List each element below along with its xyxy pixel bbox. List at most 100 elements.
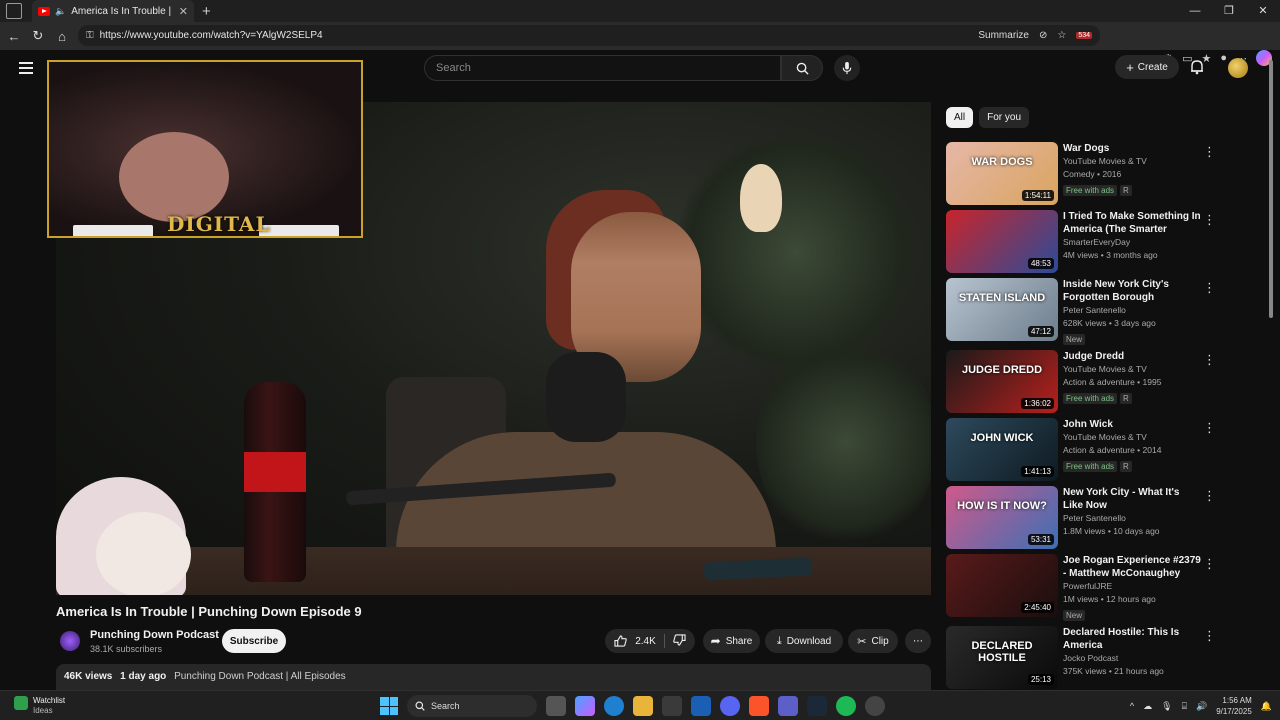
more-vertical-icon[interactable]: ⋮ [1203,628,1216,644]
extension-badge[interactable]: 534 [1076,32,1092,39]
taskbar-search[interactable]: Search [407,695,537,717]
notifications-icon[interactable]: 🔔 [1261,701,1272,712]
recommendation-item[interactable]: WAR DOGS 1:54:11 War Dogs YouTube Movies… [946,142,1216,206]
start-button[interactable] [380,697,398,715]
chatgpt-icon[interactable] [865,696,885,716]
video-thumbnail[interactable]: HOW IS IT NOW? 53:31 [946,486,1058,549]
copilot-app-icon[interactable] [575,696,595,716]
clip-button[interactable]: ✂ Clip [848,629,898,653]
spotify-icon[interactable] [836,696,856,716]
video-thumbnail[interactable]: 2:45:40 [946,554,1058,617]
subscribe-button[interactable]: Subscribe [222,629,286,653]
refresh-icon[interactable]: ↻ [26,28,50,44]
more-vertical-icon[interactable]: ⋮ [1203,556,1216,572]
back-icon[interactable]: ← [2,29,26,44]
tray-overflow-icon[interactable]: ^ [1130,701,1134,711]
mic-tray-icon[interactable]: 🎙 [1161,701,1172,712]
recommendation-title[interactable]: Judge Dredd [1063,350,1201,363]
video-thumbnail[interactable]: 48:53 [946,210,1058,273]
recommendation-channel[interactable]: Jocko Podcast [1063,652,1201,665]
recommendation-item[interactable]: JOHN WICK 1:41:13 John Wick YouTube Movi… [946,418,1216,482]
video-thumbnail[interactable]: JUDGE DREDD 1:36:02 [946,350,1058,413]
channel-avatar[interactable] [60,631,80,651]
recommendation-title[interactable]: Inside New York City's Forgotten Borough [1063,278,1201,304]
more-vertical-icon[interactable]: ⋮ [1203,488,1216,504]
steam-icon[interactable] [807,696,827,716]
window-menu-icon[interactable] [6,3,22,19]
recommendation-channel[interactable]: YouTube Movies & TV [1063,363,1201,376]
recommendation-item[interactable]: STATEN ISLAND 47:12 Inside New York City… [946,278,1216,345]
account-avatar[interactable] [1228,58,1248,78]
menu-icon[interactable] [19,62,33,77]
recommendation-item[interactable]: JUDGE DREDD 1:36:02 Judge Dredd YouTube … [946,350,1216,414]
new-tab-icon[interactable]: + [202,3,211,20]
chip-for-you[interactable]: For you [979,107,1030,128]
recommendation-item[interactable]: DECLARED HOSTILE 25:13 Declared Hostile:… [946,626,1216,690]
channel-name[interactable]: Punching Down Podcast [90,629,219,641]
video-thumbnail[interactable]: JOHN WICK 1:41:13 [946,418,1058,481]
notifications-bell-icon[interactable] [1190,59,1204,80]
browser-tab-active[interactable]: 🔈 America Is In Trouble | Punc... ✕ [32,0,194,22]
more-vertical-icon[interactable]: ⋮ [1203,212,1216,228]
download-button[interactable]: ⤓ Download [765,629,843,653]
recommendation-channel[interactable]: SmarterEveryDay [1063,236,1201,249]
summarize-button[interactable]: Summarize [978,30,1029,41]
home-icon[interactable]: ⌂ [50,29,74,44]
recommendation-title[interactable]: War Dogs [1063,142,1201,155]
recommendation-channel[interactable]: PowerfulJRE [1063,580,1201,593]
reader-icon[interactable]: ⊘ [1039,30,1047,41]
outlook-icon[interactable] [691,696,711,716]
file-explorer-icon[interactable] [633,696,653,716]
video-thumbnail[interactable]: DECLARED HOSTILE 25:13 [946,626,1058,689]
recommendation-item[interactable]: HOW IS IT NOW? 53:31 New York City - Wha… [946,486,1216,550]
like-button[interactable]: 2.4K [614,635,656,647]
favorite-star-icon[interactable]: ☆ [1057,30,1066,41]
maximize-icon[interactable]: ❐ [1212,0,1246,22]
recommendation-title[interactable]: New York City - What It's Like Now [1063,486,1201,512]
share-button[interactable]: ➦ Share [703,629,760,653]
recommendation-title[interactable]: Declared Hostile: This Is America [1063,626,1201,652]
video-thumbnail[interactable]: WAR DOGS 1:54:11 [946,142,1058,205]
watchlist-widget[interactable]: Watchlist Ideas [14,696,65,716]
description-box[interactable]: 46K views 1 day ago Punching Down Podcas… [56,664,931,690]
brave-icon[interactable] [749,696,769,716]
search-input[interactable]: Search [424,55,781,81]
page-scrollbar[interactable] [1269,60,1273,318]
discord-icon[interactable] [720,696,740,716]
recommendation-channel[interactable]: Peter Santenello [1063,304,1201,317]
minimize-icon[interactable]: — [1178,0,1212,22]
speaker-icon[interactable]: 🔈 [55,6,66,17]
recommendation-item[interactable]: 2:45:40 Joe Rogan Experience #2379 - Mat… [946,554,1216,621]
task-view-icon[interactable] [546,696,566,716]
site-info-icon[interactable]: ⚿ [86,30,94,41]
recommendation-title[interactable]: John Wick [1063,418,1201,431]
close-window-icon[interactable]: ✕ [1246,0,1280,22]
more-vertical-icon[interactable]: ⋮ [1203,280,1216,296]
recommendation-channel[interactable]: Peter Santenello [1063,512,1201,525]
onedrive-icon[interactable]: ☁ [1143,701,1152,712]
teams-icon[interactable] [778,696,798,716]
volume-icon[interactable]: 🔊 [1196,701,1207,712]
clock[interactable]: 1:56 AM 9/17/2025 [1216,695,1252,717]
video-thumbnail[interactable]: STATEN ISLAND 47:12 [946,278,1058,341]
recommendation-item[interactable]: 48:53 I Tried To Make Something In Ameri… [946,210,1216,274]
close-tab-icon[interactable]: ✕ [179,5,188,18]
search-button[interactable] [781,55,823,81]
url-field[interactable]: ⚿ https://www.youtube.com/watch?v=YAlgW2… [78,25,1100,46]
recommendation-channel[interactable]: YouTube Movies & TV [1063,155,1201,168]
dislike-button[interactable] [673,633,686,649]
network-icon[interactable]: ⌸ [1182,701,1187,712]
store-icon[interactable] [662,696,682,716]
recommendation-title[interactable]: I Tried To Make Something In America (Th… [1063,210,1201,236]
more-vertical-icon[interactable]: ⋮ [1203,144,1216,160]
more-vertical-icon[interactable]: ⋮ [1203,352,1216,368]
voice-search-button[interactable] [834,55,860,81]
more-actions-button[interactable]: ⋯ [905,629,931,653]
chip-all[interactable]: All [946,107,974,128]
more-vertical-icon[interactable]: ⋮ [1203,420,1216,436]
description-tags[interactable]: Punching Down Podcast | All Episodes [174,671,346,682]
create-button[interactable]: + Create [1115,55,1179,79]
recommendation-channel[interactable]: YouTube Movies & TV [1063,431,1201,444]
recommendation-title[interactable]: Joe Rogan Experience #2379 - Matthew McC… [1063,554,1201,580]
edge-icon[interactable] [604,696,624,716]
